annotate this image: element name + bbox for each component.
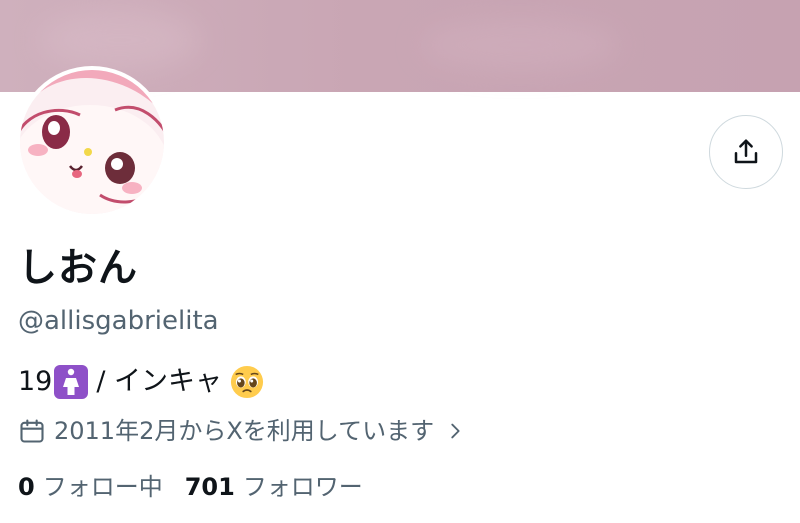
follow-stats: 0 フォロー中 701 フォロワー <box>18 470 363 504</box>
display-name: しおん <box>18 246 139 291</box>
user-handle: @allisgabrielita <box>18 306 219 336</box>
chevron-right-icon <box>451 423 460 439</box>
share-icon <box>734 139 758 164</box>
avatar-image <box>20 70 164 214</box>
calendar-icon <box>20 419 44 443</box>
following-count: 0 <box>18 473 35 501</box>
profile-bio: 19 / インキャ <box>18 364 264 400</box>
profile-avatar[interactable] <box>16 66 168 218</box>
pleading-face-emoji <box>230 365 264 399</box>
female-sign-icon <box>54 365 89 399</box>
followers-label: フォロワー <box>242 473 363 501</box>
bio-prefix: 19 <box>18 366 53 397</box>
join-date-text: 2011年2月からXを利用しています <box>54 417 435 445</box>
following-link[interactable]: 0 フォロー中 <box>18 470 163 504</box>
followers-count: 701 <box>184 473 235 501</box>
following-label: フォロー中 <box>42 473 163 501</box>
join-date[interactable]: 2011年2月からXを利用しています <box>18 414 466 448</box>
followers-link[interactable]: 701 フォロワー <box>185 470 363 504</box>
share-button[interactable] <box>709 115 783 189</box>
bio-text: / インキャ <box>96 366 223 397</box>
